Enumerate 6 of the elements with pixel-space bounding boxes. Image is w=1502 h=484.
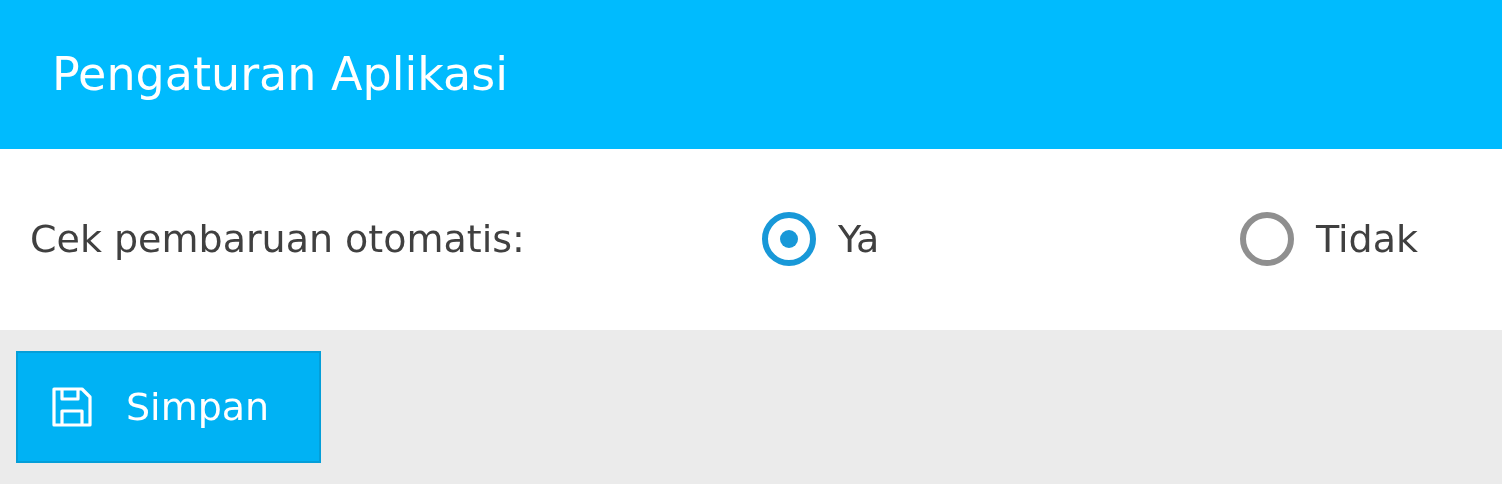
radio-option[interactable]: Ya (762, 212, 880, 267)
radio-button[interactable] (1240, 212, 1294, 267)
setting-label: Cek pembaruan otomatis: (30, 217, 526, 262)
radio-option[interactable]: Tidak (1240, 212, 1418, 267)
page-title: Pengaturan Aplikasi (52, 47, 508, 102)
radio-button[interactable] (762, 212, 816, 267)
